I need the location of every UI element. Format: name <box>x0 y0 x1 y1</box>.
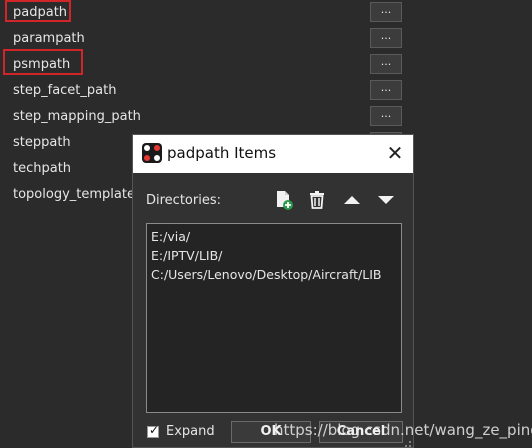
padpath-items-dialog: padpath Items ✕ Directories: E:/via/E:/I… <box>132 134 414 448</box>
expand-label: Expand <box>166 424 215 439</box>
directory-item[interactable]: E:/via/ <box>147 227 401 246</box>
dialog-title: padpath Items <box>167 144 277 162</box>
expand-checkbox[interactable]: ✓ <box>147 423 160 438</box>
browse-button[interactable]: ... <box>370 28 402 48</box>
path-label: parampath <box>13 31 85 46</box>
path-label: topology_template_p <box>13 187 150 202</box>
close-icon[interactable]: ✕ <box>383 141 407 165</box>
move-down-icon[interactable] <box>375 189 397 211</box>
highlight-padpath <box>5 0 71 22</box>
directory-item[interactable]: C:/Users/Lenovo/Desktop/Aircraft/LIB <box>147 265 401 284</box>
list-row: step_mapping_path... <box>0 104 532 130</box>
list-row: step_facet_path... <box>0 78 532 104</box>
resize-grip-icon[interactable] <box>404 440 412 448</box>
browse-button[interactable]: ... <box>370 2 402 22</box>
browse-button[interactable]: ... <box>370 106 402 126</box>
path-label: step_facet_path <box>13 83 117 98</box>
directories-list[interactable]: E:/via/E:/IPTV/LIB/C:/Users/Lenovo/Deskt… <box>146 223 402 413</box>
highlight-psmpath <box>3 49 83 75</box>
browse-button[interactable]: ... <box>370 80 402 100</box>
add-file-icon[interactable] <box>273 189 295 211</box>
dialog-titlebar: padpath Items ✕ <box>133 135 413 173</box>
app-icon <box>142 143 162 163</box>
list-row: padpath... <box>0 0 532 26</box>
checkmark-icon: ✓ <box>149 423 160 437</box>
trash-icon[interactable] <box>306 189 328 211</box>
watermark-text: https://blog.csdn.net/wang_ze_ping <box>274 421 532 439</box>
directories-label: Directories: <box>146 193 221 208</box>
move-up-icon[interactable] <box>341 189 363 211</box>
path-label: steppath <box>13 135 71 150</box>
path-label: techpath <box>13 161 72 176</box>
browse-button[interactable]: ... <box>370 54 402 74</box>
directory-item[interactable]: E:/IPTV/LIB/ <box>147 246 401 265</box>
path-label: step_mapping_path <box>13 109 141 124</box>
